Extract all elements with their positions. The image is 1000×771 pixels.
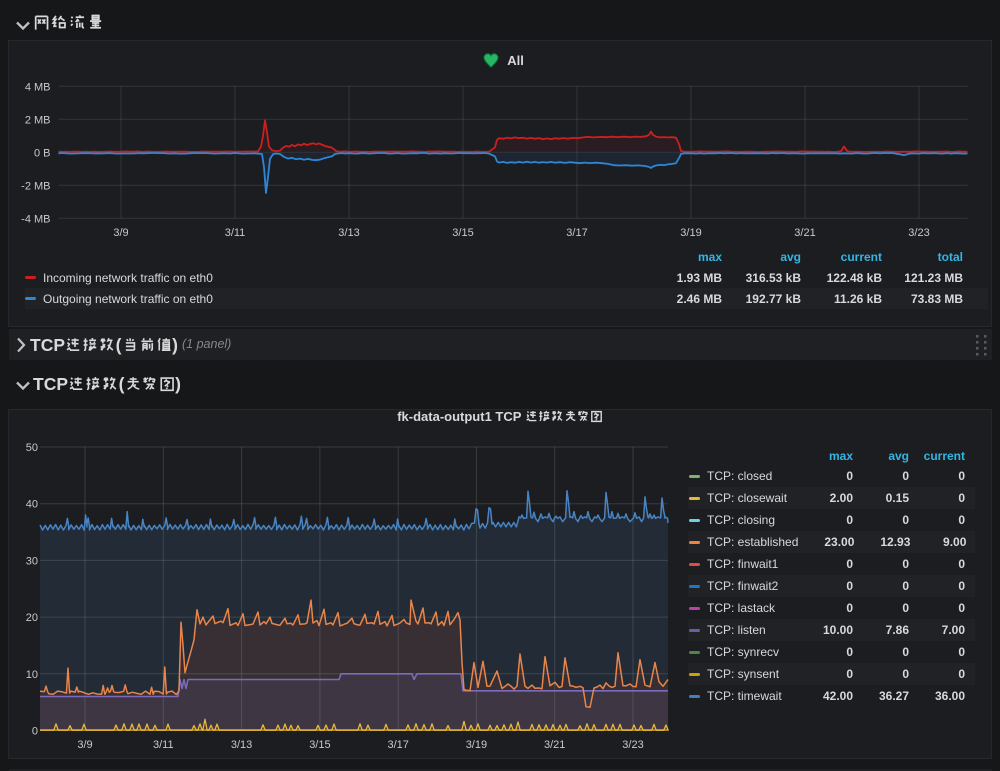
svg-text:4 MB: 4 MB [25, 81, 51, 93]
svg-text:3/11: 3/11 [153, 739, 174, 751]
svg-text:3/21: 3/21 [544, 739, 565, 751]
svg-text:3/11: 3/11 [225, 227, 246, 239]
svg-text:3/9: 3/9 [77, 739, 92, 751]
svg-text:-4 MB: -4 MB [21, 213, 50, 225]
svg-text:3/23: 3/23 [908, 227, 929, 239]
svg-text:3/23: 3/23 [622, 739, 643, 751]
svg-text:50: 50 [26, 442, 38, 454]
svg-text:3/19: 3/19 [466, 739, 487, 751]
svg-text:3/19: 3/19 [680, 227, 701, 239]
svg-text:3/17: 3/17 [387, 739, 408, 751]
svg-text:3/15: 3/15 [452, 227, 473, 239]
svg-text:3/9: 3/9 [113, 227, 128, 239]
svg-text:3/15: 3/15 [309, 739, 330, 751]
svg-text:2 MB: 2 MB [25, 114, 51, 126]
svg-text:40: 40 [26, 499, 38, 511]
svg-text:3/13: 3/13 [338, 227, 359, 239]
svg-text:30: 30 [26, 555, 38, 567]
svg-text:3/13: 3/13 [231, 739, 252, 751]
svg-text:3/17: 3/17 [566, 227, 587, 239]
svg-text:3/21: 3/21 [794, 227, 815, 239]
svg-text:0: 0 [32, 726, 38, 738]
svg-text:10: 10 [26, 669, 38, 681]
svg-text:20: 20 [26, 612, 38, 624]
svg-text:0 B: 0 B [34, 147, 51, 159]
svg-text:-2 MB: -2 MB [21, 180, 50, 192]
